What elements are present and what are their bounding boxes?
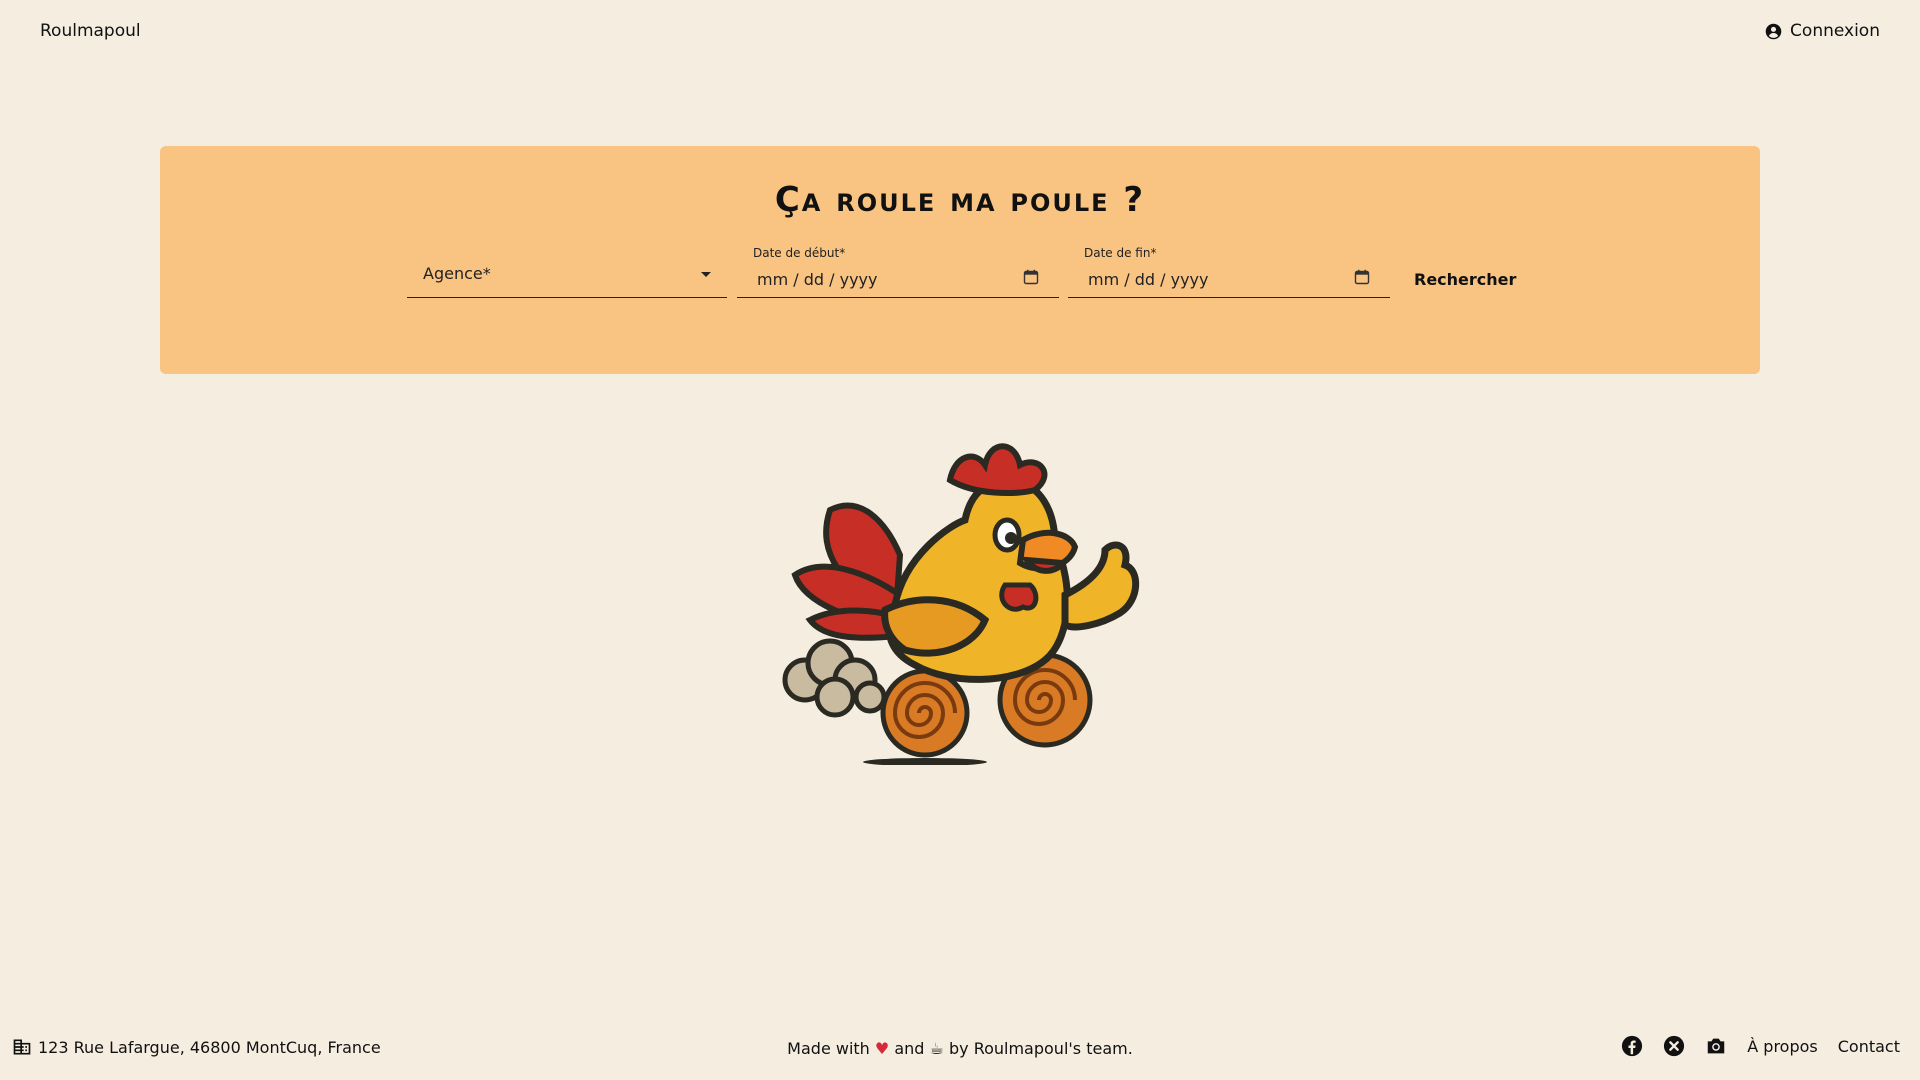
- heart-icon: ♥: [874, 1039, 890, 1058]
- camera-icon[interactable]: [1705, 1035, 1727, 1057]
- date-fin-label: Date de fin*: [1084, 246, 1157, 260]
- rooster-comb: [946, 443, 1048, 496]
- date-debut-input[interactable]: Date de début* mm / dd / yyyy: [737, 242, 1059, 298]
- top-bar: Roulmapoul Connexion: [0, 0, 1920, 66]
- account-circle-icon: [1765, 23, 1782, 39]
- coffee-icon: ☕: [929, 1039, 944, 1058]
- brand-name[interactable]: Roulmapoul: [40, 21, 141, 41]
- date-fin-value: mm / dd / yyyy: [1088, 270, 1209, 289]
- date-debut-value: mm / dd / yyyy: [757, 270, 878, 289]
- date-fin-input[interactable]: Date de fin* mm / dd / yyyy: [1068, 242, 1390, 298]
- made-suffix: by Roulmapoul's team.: [948, 1039, 1133, 1058]
- contact-link[interactable]: Contact: [1838, 1037, 1900, 1056]
- login-button[interactable]: Connexion: [1765, 21, 1880, 41]
- x-icon[interactable]: [1663, 1035, 1685, 1057]
- rooster-wattle: [999, 582, 1039, 612]
- date-debut-label: Date de début*: [753, 246, 846, 260]
- facebook-icon[interactable]: [1621, 1035, 1643, 1057]
- dust-cloud: [782, 638, 887, 718]
- rooster-beak: [1016, 529, 1079, 574]
- calendar-icon[interactable]: [1354, 269, 1370, 285]
- rooster-body: [881, 476, 1140, 683]
- rooster-eye: [992, 517, 1022, 553]
- chevron-down-icon: [701, 272, 711, 277]
- page-title: Ça roule ma poule ?: [774, 180, 1146, 220]
- made-prefix: Made with: [787, 1039, 870, 1058]
- agence-label: Agence*: [423, 264, 491, 283]
- footer: 123 Rue Lafargue, 46800 MontCuq, France …: [0, 1020, 1920, 1080]
- about-link[interactable]: À propos: [1747, 1037, 1817, 1056]
- calendar-icon[interactable]: [1023, 269, 1039, 285]
- login-label: Connexion: [1790, 21, 1880, 41]
- search-button[interactable]: Rechercher: [1402, 262, 1528, 297]
- rooster-mascot-illustration: [782, 443, 1140, 765]
- made-and: and: [894, 1039, 925, 1058]
- search-panel: Ça roule ma poule ? Agence* Date de débu…: [160, 146, 1760, 374]
- agence-select[interactable]: Agence*: [407, 242, 727, 298]
- footer-links: À propos Contact: [1621, 1035, 1900, 1057]
